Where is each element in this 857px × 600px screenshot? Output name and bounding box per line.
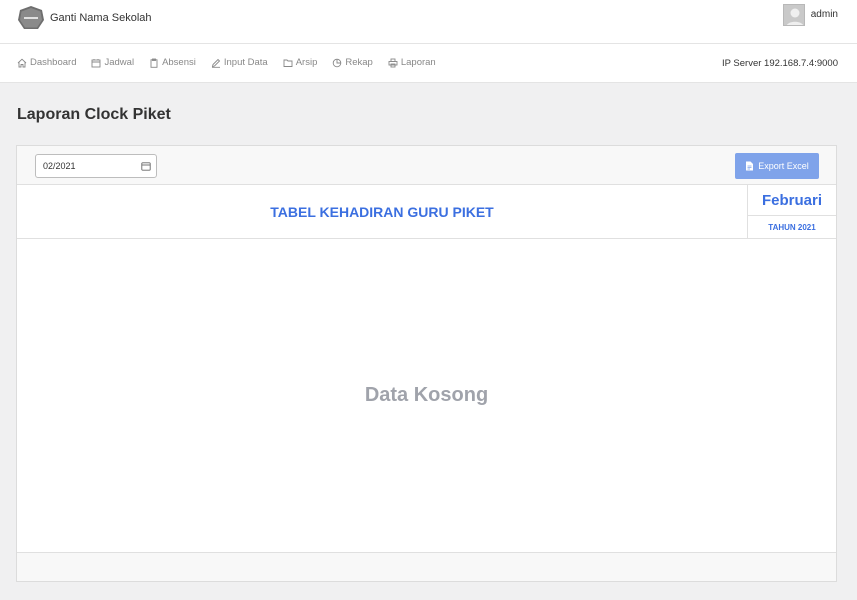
report-card: 02/2021 Export Excel TABEL KEHADIRAN GUR…: [16, 145, 837, 582]
nav-item-absensi[interactable]: Absensi: [149, 57, 196, 68]
card-toolbar: 02/2021 Export Excel: [17, 146, 836, 185]
brand[interactable]: Ganti Nama Sekolah: [17, 5, 152, 31]
nav-item-arsip[interactable]: Arsip: [283, 57, 318, 68]
nav-label: Absensi: [162, 57, 196, 68]
top-header: Ganti Nama Sekolah admin: [0, 0, 857, 44]
home-icon: [17, 58, 27, 67]
brand-name: Ganti Nama Sekolah: [50, 12, 152, 24]
nav-label: Rekap: [345, 57, 373, 68]
report-body: Data Kosong: [17, 239, 836, 552]
nav-label: Jadwal: [104, 57, 135, 68]
clipboard-icon: [150, 58, 158, 68]
user-name[interactable]: admin: [811, 9, 838, 20]
calendar-icon: [92, 58, 101, 67]
empty-state-message: Data Kosong: [364, 384, 489, 406]
report-year: TAHUN 2021: [768, 223, 816, 232]
folder-icon: [283, 59, 293, 67]
nav-item-jadwal[interactable]: Jadwal: [91, 57, 134, 68]
nav-item-rekap[interactable]: Rekap: [332, 57, 373, 68]
nav-label: Dashboard: [30, 57, 77, 68]
export-excel-button[interactable]: Export Excel: [735, 153, 819, 179]
card-footer: [17, 552, 836, 581]
main-nav: Dashboard Jadwal Absensi Input Data Arsi…: [0, 44, 857, 83]
report-title: TABEL KEHADIRAN GURU PIKET: [270, 204, 494, 220]
file-icon: [746, 161, 754, 171]
month-picker-input[interactable]: 02/2021: [35, 154, 157, 178]
export-label: Export Excel: [758, 161, 809, 171]
nav-label: Input Data: [223, 57, 268, 68]
user-menu[interactable]: admin: [782, 4, 838, 26]
nav-item-input-data[interactable]: Input Data: [211, 57, 268, 68]
calendar-icon[interactable]: [141, 161, 151, 171]
avatar[interactable]: [782, 4, 805, 26]
nav-label: Laporan: [400, 57, 436, 68]
page-title: Laporan Clock Piket: [17, 106, 171, 123]
printer-icon: [388, 58, 398, 67]
nav-item-laporan[interactable]: Laporan: [388, 57, 436, 68]
pie-chart-icon: [333, 58, 342, 67]
pencil-icon: [211, 58, 221, 68]
school-logo-icon: [18, 6, 44, 29]
ip-server-info: IP Server 192.168.7.4:9000: [721, 58, 838, 69]
report-period: Februari TAHUN 2021: [747, 185, 836, 239]
month-value: 02/2021: [43, 161, 76, 171]
nav-item-dashboard[interactable]: Dashboard: [17, 57, 76, 68]
report-month: Februari: [748, 185, 836, 216]
user-silhouette-icon: [783, 5, 804, 25]
report-header: TABEL KEHADIRAN GURU PIKET Februari TAHU…: [17, 185, 836, 239]
nav-label: Arsip: [295, 57, 318, 68]
